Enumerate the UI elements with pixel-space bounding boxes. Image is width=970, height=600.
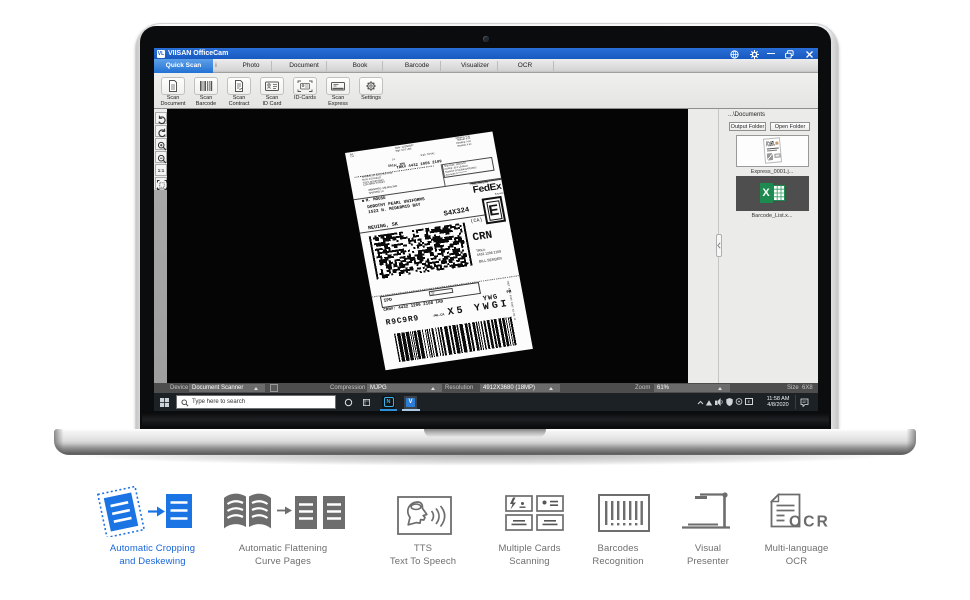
svg-text:OCR: OCR bbox=[789, 514, 830, 530]
